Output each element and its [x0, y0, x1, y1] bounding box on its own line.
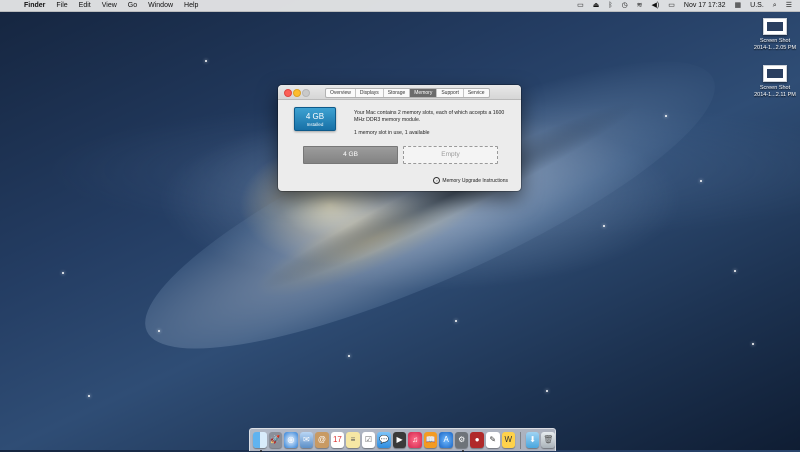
mail-icon[interactable]: ✉	[299, 432, 314, 448]
star	[734, 270, 736, 272]
memory-slot-2: Empty	[403, 146, 498, 164]
tab-storage[interactable]: Storage	[384, 89, 411, 97]
ibooks-icon[interactable]: 📖	[423, 432, 438, 448]
tab-service[interactable]: Service	[464, 89, 489, 97]
screenshot-file-icon	[763, 65, 787, 82]
star	[158, 330, 160, 332]
text-editor-icon[interactable]: ✎	[485, 432, 500, 448]
trash-icon[interactable]: 🗑	[541, 432, 555, 448]
file-name-detail: 2014-1...2.11 PM	[754, 92, 796, 98]
input-flag-icon[interactable]: ▦	[735, 0, 742, 11]
menu-help[interactable]: Help	[184, 0, 198, 11]
memory-installed-label: Installed	[306, 122, 324, 127]
memory-slot-1: 4 GB	[303, 146, 398, 164]
spotlight-icon[interactable]: ⌕	[773, 0, 777, 11]
desktop-file[interactable]: Screen Shot 2014-1...2.05 PM	[745, 18, 800, 52]
star	[546, 390, 548, 392]
memory-description: Your Mac contains 2 memory slots, each o…	[354, 110, 514, 137]
menu-window[interactable]: Window	[148, 0, 173, 11]
zoom-button[interactable]	[302, 89, 310, 97]
volume-icon[interactable]: ◀)	[652, 0, 660, 11]
star	[205, 60, 207, 62]
downloads-folder-icon[interactable]: ⬇	[525, 432, 540, 448]
bluetooth-icon[interactable]: ᛒ	[608, 0, 612, 11]
notification-center-icon[interactable]: ☰	[786, 0, 792, 11]
menu-go[interactable]: Go	[128, 0, 137, 11]
desktop-file[interactable]: Screen Shot 2014-1...2.11 PM	[745, 65, 800, 99]
reminders-icon[interactable]: ☑	[361, 432, 376, 448]
galaxy-wallpaper	[116, 10, 744, 400]
memory-upgrade-link[interactable]: › Memory Upgrade Instructions	[433, 177, 508, 184]
menu-view[interactable]: View	[102, 0, 117, 11]
screenshot-file-icon	[763, 18, 787, 35]
safari-icon[interactable]: ◎	[284, 432, 298, 448]
memory-upgrade-link-label: Memory Upgrade Instructions	[442, 177, 508, 184]
memory-size: 4 GB	[305, 112, 325, 121]
finder-icon[interactable]	[253, 432, 267, 452]
eject-icon[interactable]: ⏏	[593, 0, 600, 11]
notes-icon[interactable]: ≡	[346, 432, 360, 448]
file-name-detail: 2014-1...2.05 PM	[753, 45, 797, 51]
tab-bar: Overview Displays Storage Memory Support…	[325, 88, 490, 98]
tab-overview[interactable]: Overview	[326, 89, 356, 97]
dock: 🚀 ◎ ✉ @ 17 ≡ ☑ 💬 ▶ ♫ 📖 A ⚙ ● ✎ W ⬇ 🗑	[249, 428, 556, 452]
system-preferences-icon[interactable]: ⚙	[454, 432, 469, 452]
menu-finder[interactable]: Finder	[24, 0, 45, 11]
calendar-icon[interactable]: 17	[330, 432, 345, 448]
app-store-icon[interactable]: A	[439, 432, 453, 448]
about-this-mac-window: Overview Displays Storage Memory Support…	[278, 85, 521, 191]
menu-bar: Finder File Edit View Go Window Help ▭ ⏏…	[0, 0, 800, 12]
star	[700, 180, 702, 182]
itunes-icon[interactable]: ♫	[408, 432, 422, 448]
clock[interactable]: Nov 17 17:32	[684, 0, 726, 11]
star	[665, 115, 667, 117]
tab-memory[interactable]: Memory	[410, 89, 438, 97]
facetime-icon[interactable]: ▶	[392, 432, 407, 448]
tab-displays[interactable]: Displays	[356, 89, 384, 97]
star	[62, 272, 64, 274]
time-machine-icon[interactable]: ◷	[622, 0, 628, 11]
star	[455, 320, 457, 322]
tab-support[interactable]: Support	[437, 89, 464, 97]
minimize-button[interactable]	[293, 89, 301, 97]
star	[88, 395, 90, 397]
window-titlebar[interactable]: Overview Displays Storage Memory Support…	[278, 85, 521, 100]
file-name: Screen Shot	[759, 38, 791, 44]
star	[752, 343, 754, 345]
info-arrow-icon: ›	[433, 177, 441, 184]
display-icon[interactable]: ▭	[577, 0, 584, 11]
status-area: ▭ ⏏ ᛒ ◷ ≋ ◀) ▭ Nov 17 17:32 ▦ U.S. ⌕ ☰	[577, 0, 792, 11]
messages-icon[interactable]: 💬	[377, 432, 391, 448]
close-button[interactable]	[284, 89, 292, 97]
photo-booth-icon[interactable]: ●	[470, 432, 484, 448]
menu-file[interactable]: File	[56, 0, 67, 11]
star	[603, 225, 605, 227]
memory-slot-status: 1 memory slot in use, 1 available	[354, 130, 430, 136]
input-source[interactable]: U.S.	[750, 0, 764, 11]
memory-installed-badge: 4 GB Installed	[294, 107, 336, 131]
preview-icon[interactable]: W	[501, 432, 516, 448]
dock-separator	[520, 431, 521, 449]
wifi-icon[interactable]: ≋	[637, 0, 643, 11]
menu-edit[interactable]: Edit	[79, 0, 91, 11]
battery-icon[interactable]: ▭	[668, 0, 675, 11]
contacts-icon[interactable]: @	[315, 432, 329, 448]
star	[348, 355, 350, 357]
launchpad-icon[interactable]: 🚀	[268, 432, 283, 448]
file-name: Screen Shot	[759, 85, 791, 91]
memory-slots-description: Your Mac contains 2 memory slots, each o…	[354, 110, 505, 123]
